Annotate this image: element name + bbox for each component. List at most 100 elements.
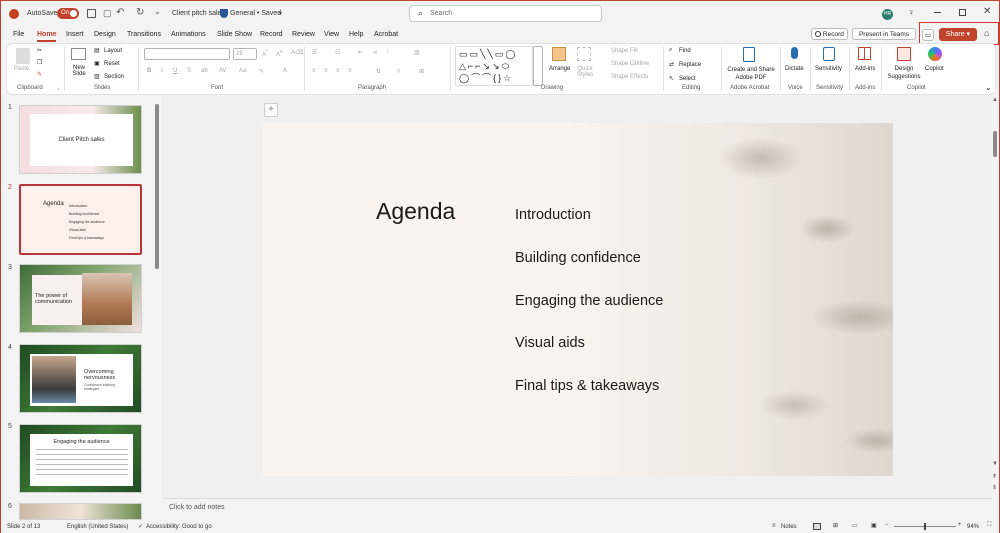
notes-toggle[interactable]: Notes <box>781 524 797 530</box>
document-title[interactable]: Client pitch sale <box>172 10 221 17</box>
zoom-level[interactable]: 94% <box>967 524 979 530</box>
select-icon[interactable]: ↖ <box>669 75 674 82</box>
clear-format-icon[interactable]: A⌫ <box>291 49 304 56</box>
replace-label[interactable]: Replace <box>679 62 701 68</box>
tab-insert[interactable]: Insert <box>66 27 84 43</box>
font-family-dropdown[interactable] <box>144 48 230 60</box>
shapes-gallery[interactable]: ▭▭╲╲▭◯ △⌐⌐↘↘⬭ ◯⌒⌒{}☆ <box>455 46 533 86</box>
accessibility-status[interactable]: Accessibility: Good to go <box>146 524 212 530</box>
canvas-scrollbar[interactable] <box>993 131 997 157</box>
thumbnail-scrollbar[interactable] <box>155 104 159 269</box>
align-right-icon[interactable]: ≡ <box>336 68 340 74</box>
align-text-icon[interactable]: ⇳ <box>396 68 401 75</box>
microphone-icon[interactable] <box>791 47 798 59</box>
arrange-label[interactable]: Arrange <box>549 66 570 72</box>
agenda-item[interactable]: Building confidence <box>515 250 641 266</box>
scroll-up-icon[interactable]: ▲ <box>992 97 998 103</box>
text-direction-icon[interactable]: ⇅ <box>376 68 381 75</box>
new-slide-label[interactable]: New Slide <box>68 65 90 77</box>
grow-font-icon[interactable]: A^ <box>262 49 268 58</box>
copilot-icon[interactable] <box>928 47 942 61</box>
tab-animations[interactable]: Animations <box>171 27 206 43</box>
columns-icon[interactable]: ▥ <box>414 49 420 56</box>
change-case-icon[interactable]: Aa <box>239 68 246 74</box>
scroll-down-icon[interactable]: ▼ <box>992 461 998 467</box>
tab-record[interactable]: Record <box>260 27 283 43</box>
quick-styles-label[interactable]: Quick Styles <box>574 66 596 78</box>
section-label[interactable]: Section <box>104 74 124 80</box>
char-spacing-icon[interactable]: AV <box>219 68 227 74</box>
tab-transitions[interactable]: Transitions <box>127 27 161 43</box>
agenda-item[interactable]: Engaging the audience <box>515 293 663 309</box>
cut-icon[interactable]: ✂ <box>37 47 42 54</box>
select-label[interactable]: Select <box>679 76 696 82</box>
font-size-dropdown[interactable]: 28 <box>233 48 257 60</box>
slide-thumbnail-2[interactable]: Agenda Introduction Building confidence … <box>19 184 142 255</box>
line-spacing-icon[interactable]: ↕ <box>386 49 389 55</box>
close-icon[interactable]: ✕ <box>983 6 991 17</box>
save-icon[interactable] <box>87 9 96 18</box>
add-ins-label[interactable]: Add-ins <box>855 66 875 72</box>
zoom-slider-thumb[interactable] <box>924 523 926 530</box>
section-icon[interactable]: ▥ <box>94 73 100 80</box>
sensitivity-status[interactable]: General • Saved <box>230 10 281 17</box>
replace-icon[interactable]: ⇄ <box>669 61 674 68</box>
shape-effects-label[interactable]: Shape Effects <box>611 74 648 80</box>
new-slide-icon[interactable] <box>71 48 86 60</box>
justify-icon[interactable]: ≡ <box>348 68 352 74</box>
bold-icon[interactable]: B <box>147 68 151 74</box>
arrange-icon[interactable] <box>552 47 566 61</box>
slideshow-icon[interactable]: ▣ <box>871 522 877 529</box>
slide-thumbnail-6[interactable] <box>19 503 142 520</box>
record-button[interactable]: Record <box>811 28 848 40</box>
tab-design[interactable]: Design <box>94 27 116 43</box>
fit-slide-icon[interactable]: ⛶ <box>987 522 991 529</box>
increase-indent-icon[interactable]: ⇥ <box>372 49 377 56</box>
paste-label[interactable]: Paste <box>14 66 29 72</box>
chevron-down-icon[interactable]: ⌄ <box>277 7 284 16</box>
add-ins-icon[interactable] <box>858 47 871 60</box>
underline-icon[interactable]: U <box>173 68 177 74</box>
minimize-icon[interactable] <box>934 12 941 13</box>
reading-view-icon[interactable]: ▭ <box>852 522 858 529</box>
align-center-icon[interactable]: ≡ <box>324 68 328 74</box>
ribbon-expand-icon[interactable]: ⌄ <box>985 83 992 92</box>
layout-icon[interactable]: ▤ <box>94 47 100 54</box>
notes-pane[interactable]: Click to add notes <box>162 498 992 520</box>
tab-slide-show[interactable]: Slide Show <box>217 27 252 43</box>
slide-thumbnail-3[interactable]: The power of communication <box>19 264 142 333</box>
numbering-icon[interactable]: ☷ <box>335 49 340 56</box>
agenda-item[interactable]: Final tips & takeaways <box>515 378 659 394</box>
normal-view-icon[interactable] <box>813 523 821 530</box>
lightbulb-icon[interactable]: ♀ <box>908 7 915 17</box>
highlight-icon[interactable]: ✎ <box>259 68 264 75</box>
new-file-icon[interactable]: ▢ <box>103 8 112 19</box>
paste-icon[interactable] <box>16 48 30 64</box>
zoom-in-icon[interactable]: + <box>958 522 962 528</box>
decrease-indent-icon[interactable]: ⇤ <box>358 49 363 56</box>
italic-icon[interactable]: I <box>161 68 163 74</box>
design-suggestions-label[interactable]: Design Suggestions <box>885 65 923 81</box>
avatar[interactable]: HR <box>882 9 893 20</box>
zoom-out-icon[interactable]: − <box>885 522 889 528</box>
redo-icon[interactable]: ↻ <box>136 7 144 18</box>
agenda-item[interactable]: Visual aids <box>515 335 585 351</box>
agenda-item[interactable]: Introduction <box>515 207 591 223</box>
shape-fill-label[interactable]: Shape Fill <box>611 48 638 54</box>
designer-badge-icon[interactable]: ✧ <box>264 103 278 117</box>
shadow-icon[interactable]: ab <box>201 68 208 74</box>
present-in-teams-button[interactable]: Present in Teams <box>852 28 916 40</box>
format-painter-icon[interactable]: ✎ <box>37 71 42 78</box>
strikethrough-icon[interactable]: S <box>187 68 191 74</box>
reset-icon[interactable]: ▣ <box>94 60 100 67</box>
language-status[interactable]: English (United States) <box>67 524 128 530</box>
font-color-icon[interactable]: A <box>283 68 287 74</box>
prev-slide-icon[interactable]: ⇞ <box>992 473 997 480</box>
sensitivity-icon[interactable] <box>823 47 835 61</box>
slide-thumbnail-1[interactable]: Client Pitch sales <box>19 105 142 174</box>
create-pdf-label[interactable]: Create and Share Adobe PDF <box>724 66 778 82</box>
tab-review[interactable]: Review <box>292 27 315 43</box>
find-label[interactable]: Find <box>679 48 691 54</box>
dictate-label[interactable]: Dictate <box>785 66 804 72</box>
autosave-toggle[interactable]: On <box>57 8 79 19</box>
